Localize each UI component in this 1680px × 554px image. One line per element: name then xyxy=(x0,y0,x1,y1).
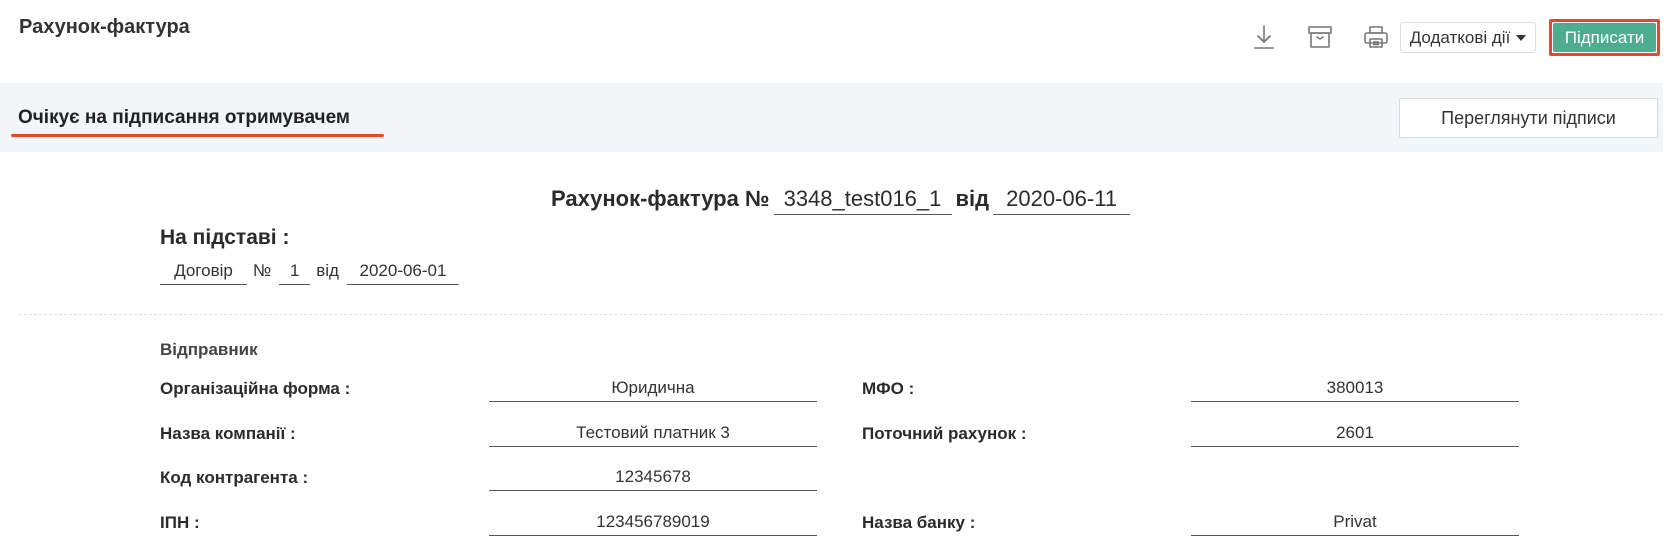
basis-date: 2020-06-01 xyxy=(346,261,459,285)
org-form-label: Організаційна форма : xyxy=(160,379,351,398)
ipn-value: 123456789019 xyxy=(489,510,817,536)
document-title-prefix: Рахунок-фактура № xyxy=(551,186,770,211)
sign-button[interactable]: Підписати xyxy=(1553,23,1656,52)
document-date-word: від xyxy=(955,186,990,211)
counterparty-code-label: Код контрагента : xyxy=(160,468,309,487)
company-name-label: Назва компанії : xyxy=(160,424,296,443)
more-actions-label: Додаткові дії xyxy=(1409,27,1511,47)
basis-type: Договір xyxy=(160,261,247,285)
status-bar: Очікує на підписання отримувачем Перегля… xyxy=(0,83,1663,152)
more-actions-dropdown[interactable]: Додаткові дії xyxy=(1400,22,1536,53)
page-title: Рахунок-фактура xyxy=(19,16,190,38)
basis-number: 1 xyxy=(279,261,311,285)
ipn-label: ІПН : xyxy=(160,513,200,532)
account-value: 2601 xyxy=(1191,421,1519,447)
basis-row: Договір № 1 від 2020-06-01 xyxy=(160,261,459,285)
download-icon[interactable] xyxy=(1249,22,1279,52)
mfo-value: 380013 xyxy=(1191,376,1519,402)
org-form-value: Юридична xyxy=(489,376,817,402)
status-text: Очікує на підписання отримувачем xyxy=(18,107,350,128)
counterparty-code-value: 12345678 xyxy=(489,465,817,491)
caret-down-icon xyxy=(1516,34,1527,41)
mfo-label: МФО : xyxy=(862,379,915,398)
bank-name-value: Privat xyxy=(1191,510,1519,536)
bank-name-label: Назва банку : xyxy=(862,513,976,532)
account-label: Поточний рахунок : xyxy=(862,424,1027,443)
basis-title: На підставі : xyxy=(160,226,290,249)
archive-icon[interactable] xyxy=(1305,22,1335,52)
document-heading: Рахунок-фактура № 3348_test016_1 від 202… xyxy=(551,186,1131,215)
company-name-value: Тестовий платник 3 xyxy=(489,421,817,447)
section-divider xyxy=(19,314,1663,315)
basis-number-sign: № xyxy=(253,261,272,280)
document-number: 3348_test016_1 xyxy=(773,186,952,215)
top-toolbar: Рахунок-фактура Додаткові дії Підписати xyxy=(0,0,1663,83)
view-signatures-button[interactable]: Переглянути підписи xyxy=(1399,98,1658,138)
document-date: 2020-06-11 xyxy=(993,186,1131,215)
basis-date-word: від xyxy=(316,261,339,280)
sender-section-label: Відправник xyxy=(160,340,258,359)
status-underline xyxy=(11,134,384,137)
print-icon[interactable] xyxy=(1361,22,1391,52)
